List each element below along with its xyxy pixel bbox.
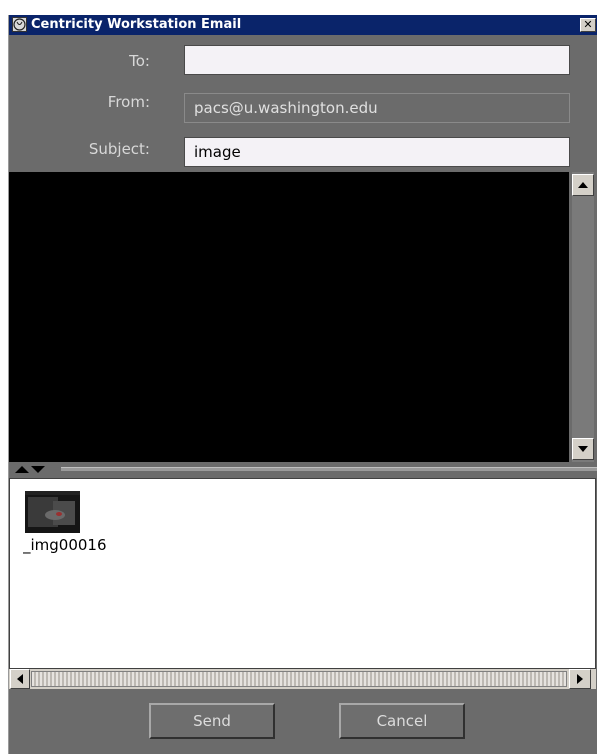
email-window: Centricity Workstation Email ✕ To: From:… xyxy=(8,15,597,754)
close-icon[interactable]: ✕ xyxy=(580,18,596,32)
splitter-line xyxy=(61,467,597,471)
attachments-pane: _img00016 xyxy=(9,478,596,669)
to-field[interactable] xyxy=(184,45,570,75)
message-body[interactable] xyxy=(9,172,569,462)
title-bar[interactable]: Centricity Workstation Email ✕ xyxy=(9,15,597,35)
arrow-right-icon[interactable] xyxy=(569,669,591,689)
from-field: pacs@u.washington.edu xyxy=(184,93,570,123)
arrow-down-icon[interactable] xyxy=(572,438,594,460)
from-label: From: xyxy=(107,93,150,111)
subject-field[interactable]: image xyxy=(184,137,570,167)
vertical-scrollbar[interactable] xyxy=(572,172,594,462)
splitter-arrows-icon[interactable] xyxy=(13,465,53,474)
attachment-thumbnail[interactable] xyxy=(25,491,80,533)
ge-logo-icon xyxy=(12,17,27,32)
horizontal-scrollbar[interactable] xyxy=(9,669,596,689)
subject-label: Subject: xyxy=(88,140,150,158)
attachment-filename[interactable]: _img00016 xyxy=(23,536,126,554)
scrollbar-track[interactable] xyxy=(31,671,567,687)
arrow-left-icon[interactable] xyxy=(10,669,30,689)
window-title: Centricity Workstation Email xyxy=(31,17,242,32)
send-button[interactable]: Send xyxy=(149,703,275,739)
message-body-pane xyxy=(9,172,597,462)
arrow-up-icon[interactable] xyxy=(572,174,594,196)
to-label: To: xyxy=(129,52,150,70)
pane-splitter[interactable] xyxy=(9,462,597,477)
cancel-button[interactable]: Cancel xyxy=(339,703,465,739)
